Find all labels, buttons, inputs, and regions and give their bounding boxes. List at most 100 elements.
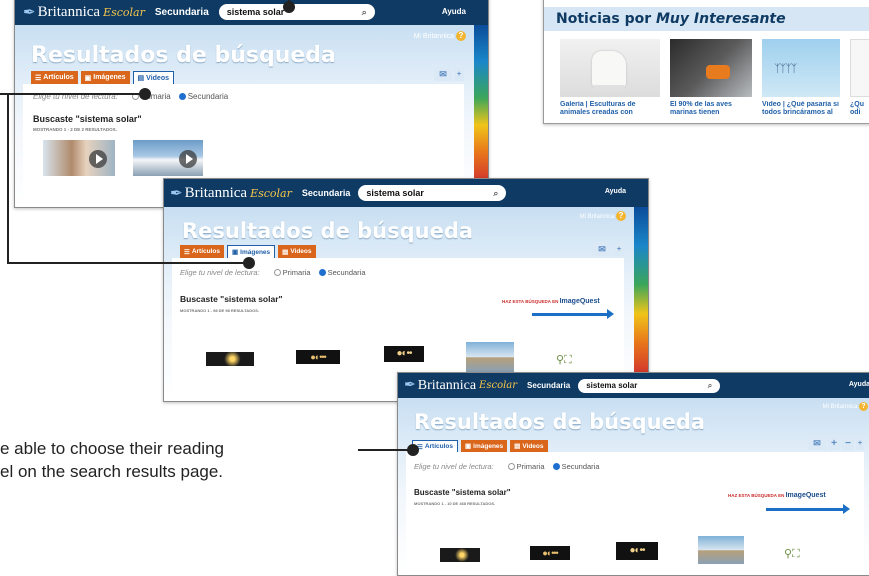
my-britannica-link[interactable]: Mi Britannica ? <box>414 31 466 41</box>
tab-images[interactable]: ▣ Imágenes <box>461 440 508 452</box>
image-thumbnail[interactable]: ⚲⛶ <box>784 548 820 560</box>
question-icon: ? <box>616 211 626 221</box>
articles-screenshot: ✒ Britannica Escolar Secundaria sistema s… <box>397 372 869 576</box>
searched-for: Buscaste "sistema solar" <box>180 294 283 304</box>
level-label: Secundaria <box>154 6 209 18</box>
help-link[interactable]: Ayuda <box>849 381 869 388</box>
image-thumbnail[interactable]: ●◐•• <box>384 346 424 362</box>
result-count: MOSTRANDO 1 - 2 DE 2 RESULTADOS. <box>33 127 117 132</box>
page-title: Resultados de búsqueda <box>182 219 474 243</box>
reading-level: Elige tu nivel de lectura: Primaria Secu… <box>180 268 366 277</box>
question-icon: ? <box>456 31 466 41</box>
callout-dot <box>283 1 295 13</box>
page-title: Resultados de búsqueda <box>31 43 336 68</box>
search-icon[interactable]: ⌕ <box>362 7 367 18</box>
plus-icon[interactable]: + <box>828 436 840 450</box>
arrow-icon <box>766 504 850 514</box>
results-panel: ✉ + − + Elige tu nivel de lectura: Prima… <box>406 436 864 575</box>
search-icon[interactable]: ⌕ <box>708 381 712 391</box>
level-label: Secundaria <box>301 188 351 198</box>
tab-images[interactable]: ▣ Imágenes <box>80 71 130 84</box>
radio-primaria[interactable] <box>273 269 281 276</box>
tab-videos[interactable]: ▤ Videos <box>132 71 174 84</box>
search-input[interactable]: sistema solar ⌕ <box>358 185 507 201</box>
tab-images[interactable]: ▣ Imágenes <box>227 245 276 258</box>
image-thumbnail[interactable]: ●◐•• <box>616 542 658 560</box>
radio-secundaria[interactable] <box>178 93 186 100</box>
callout-line <box>7 262 253 264</box>
searched-for: Buscaste "sistema solar" <box>33 114 142 124</box>
callout-line <box>358 449 408 451</box>
video-icon: ▤ <box>514 443 521 450</box>
radio-secundaria[interactable] <box>318 269 326 276</box>
list-icon: ☰ <box>184 248 190 256</box>
arrow-icon <box>532 309 614 319</box>
image-thumbnail[interactable] <box>698 536 744 564</box>
email-icon[interactable]: ✉ <box>592 242 612 256</box>
callout-dot <box>243 257 255 269</box>
play-icon[interactable] <box>89 150 107 168</box>
tab-articles[interactable]: ☰ Artículos <box>180 245 224 258</box>
result-count: MOSTRANDO 1 - 10 DE 468 RESULTADOS. <box>414 501 496 506</box>
feather-icon: ✒ <box>23 4 36 21</box>
reading-level: Elige tu nivel de lectura: Primaria Secu… <box>414 462 600 471</box>
play-icon[interactable] <box>179 150 197 168</box>
britannica-logo[interactable]: ✒ Britannica Escolar <box>404 377 517 394</box>
feather-icon: ✒ <box>170 185 183 202</box>
imagequest-link[interactable]: HAZ ESTA BÚSQUEDA EN ImageQuest <box>728 492 826 499</box>
videos-screenshot: ✒ Britannica Escolar Secundaria sistema s… <box>14 0 489 208</box>
expand-icon[interactable]: + <box>856 436 864 450</box>
image-thumbnail[interactable] <box>206 352 254 366</box>
image-thumbnail[interactable] <box>466 342 514 372</box>
help-link[interactable]: Ayuda <box>442 7 466 16</box>
callout-dot <box>139 88 151 100</box>
list-icon: ☰ <box>35 74 42 82</box>
imagequest-link[interactable]: HAZ ESTA BÚSQUEDA EN ImageQuest <box>502 298 600 305</box>
image-thumbnail[interactable] <box>440 548 480 562</box>
search-icon[interactable]: ⌕ <box>493 188 498 199</box>
callout-line <box>7 93 9 264</box>
expand-icon[interactable]: + <box>454 68 464 81</box>
radio-secundaria[interactable] <box>552 463 560 470</box>
image-thumbnail[interactable]: ⚲⛶ <box>556 354 592 366</box>
expand-icon[interactable]: + <box>614 242 624 256</box>
page-title: Resultados de búsqueda <box>414 410 706 434</box>
images-screenshot: ✒ Britannica Escolar Secundaria sistema s… <box>163 178 649 402</box>
video-thumbnail[interactable] <box>43 140 115 176</box>
email-icon[interactable]: ✉ <box>808 436 826 450</box>
callout-caption: e able to choose their reading el on the… <box>0 439 224 481</box>
feather-icon: ✒ <box>404 378 416 393</box>
video-thumbnail[interactable] <box>133 140 203 176</box>
image-thumbnail[interactable]: ●◐••• <box>296 350 340 364</box>
callout-dot <box>407 444 419 456</box>
level-label: Secundaria <box>527 381 571 390</box>
britannica-logo[interactable]: ✒ Britannica Escolar <box>23 3 145 22</box>
news-card[interactable]: ᛉᛉᛉᛉ Video | ¿Qué pasaría si todos brincá… <box>762 39 840 118</box>
my-britannica-link[interactable]: Mi Britannica ? <box>580 211 626 221</box>
image-thumbnail[interactable]: ●◐••• <box>530 546 570 560</box>
help-link[interactable]: Ayuda <box>605 188 626 195</box>
result-count: MOSTRANDO 1 - 98 DE 98 RESULTADOS. <box>180 308 259 313</box>
image-icon: ▣ <box>465 443 472 450</box>
tab-videos[interactable]: ▤ Videos <box>510 440 548 452</box>
britannica-logo[interactable]: ✒ Britannica Escolar <box>170 184 292 203</box>
search-input[interactable]: sistema solar ⌕ <box>578 378 721 393</box>
search-input[interactable]: sistema solar ⌕ <box>218 4 375 20</box>
tab-articles[interactable]: ☰ Artículos <box>31 71 78 84</box>
minus-icon[interactable]: − <box>842 436 854 450</box>
video-icon: ▤ <box>282 248 289 256</box>
news-screenshot: Noticias por Muy Interesante Galería | E… <box>543 0 869 124</box>
question-icon: ? <box>859 402 868 411</box>
tab-videos[interactable]: ▤ Videos <box>278 245 316 258</box>
news-heading: Noticias por Muy Interesante <box>544 7 869 31</box>
news-card[interactable]: ¿Qu odi <box>850 39 869 118</box>
searched-for: Buscaste "sistema solar" <box>414 488 511 497</box>
callout-line <box>0 93 148 95</box>
image-icon: ▣ <box>84 74 92 82</box>
my-britannica-link[interactable]: Mi Britannica ? <box>823 402 868 411</box>
email-icon[interactable]: ✉ <box>434 68 452 81</box>
radio-primaria[interactable] <box>507 463 515 470</box>
news-card[interactable]: Galería | Esculturas de animales creadas … <box>560 39 660 118</box>
image-icon: ▣ <box>232 249 239 256</box>
news-card[interactable]: El 90% de las aves marinas tienen <box>670 39 752 118</box>
